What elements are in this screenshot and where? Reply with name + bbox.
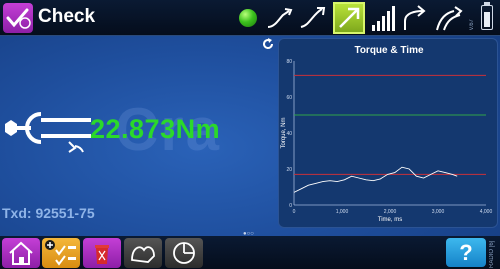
x-tick-label: 3,000 <box>432 209 445 215</box>
torque-time-chart: 0 1,000 2,000 3,000 4,000 0 20 40 60 80 Time, ms To… <box>281 59 493 223</box>
curved-arrow-icon[interactable] <box>401 3 431 33</box>
delete-button[interactable] <box>83 238 121 268</box>
x-tick-label: 4,000 <box>480 209 493 215</box>
home-icon <box>9 241 33 265</box>
torque-curve-line <box>293 166 458 193</box>
x-axis-label: Time, ms <box>378 217 402 223</box>
y-tick-label: 40 <box>286 131 292 137</box>
connection-status-icon <box>239 9 257 27</box>
help-button[interactable]: ? <box>446 238 486 267</box>
txd-label: Txd: 92551-75 <box>2 205 95 221</box>
battery-icon <box>481 5 493 30</box>
steep-curve-icon[interactable] <box>298 3 328 33</box>
torque-value: 22.873Nm <box>90 114 221 144</box>
angle-button[interactable] <box>165 238 203 268</box>
refresh-icon[interactable] <box>261 37 275 51</box>
y-tick-label: 80 <box>286 59 292 65</box>
page-title: Check <box>38 6 96 27</box>
trash-icon <box>95 245 109 264</box>
radio-label: RADIO [6] <box>489 240 495 268</box>
battery-level <box>484 12 490 27</box>
signal-bars-icon[interactable] <box>370 3 396 33</box>
double-curve-arrow-icon[interactable] <box>434 3 466 33</box>
rising-curve-icon[interactable] <box>265 3 295 33</box>
curve-shape-button[interactable] <box>124 238 162 268</box>
wrench-icon <box>5 112 91 153</box>
diagonal-arrow-active-button[interactable] <box>333 2 365 34</box>
home-button[interactable] <box>2 238 40 268</box>
protractor-icon <box>173 242 195 264</box>
x-tick-label: 0 <box>293 209 296 215</box>
y-tick-label: 60 <box>286 95 292 101</box>
y-tick-label: 0 <box>289 203 292 209</box>
y-tick-label: 20 <box>286 167 292 173</box>
curve-shape-icon <box>131 246 155 263</box>
add-checklist-button[interactable] <box>42 238 80 268</box>
x-tick-label: 1,000 <box>336 209 349 215</box>
x-tick-label: 2,000 <box>384 209 397 215</box>
torque-time-chart-panel: Torque & Time 0 1,000 2,000 3,000 4,000 0 20 40… <box>278 38 498 228</box>
version-label: v.67 <box>469 19 475 30</box>
y-axis-label: Torque, Nm <box>281 117 287 148</box>
check-app-icon[interactable] <box>3 3 33 33</box>
checklist-add-icon <box>45 240 76 266</box>
